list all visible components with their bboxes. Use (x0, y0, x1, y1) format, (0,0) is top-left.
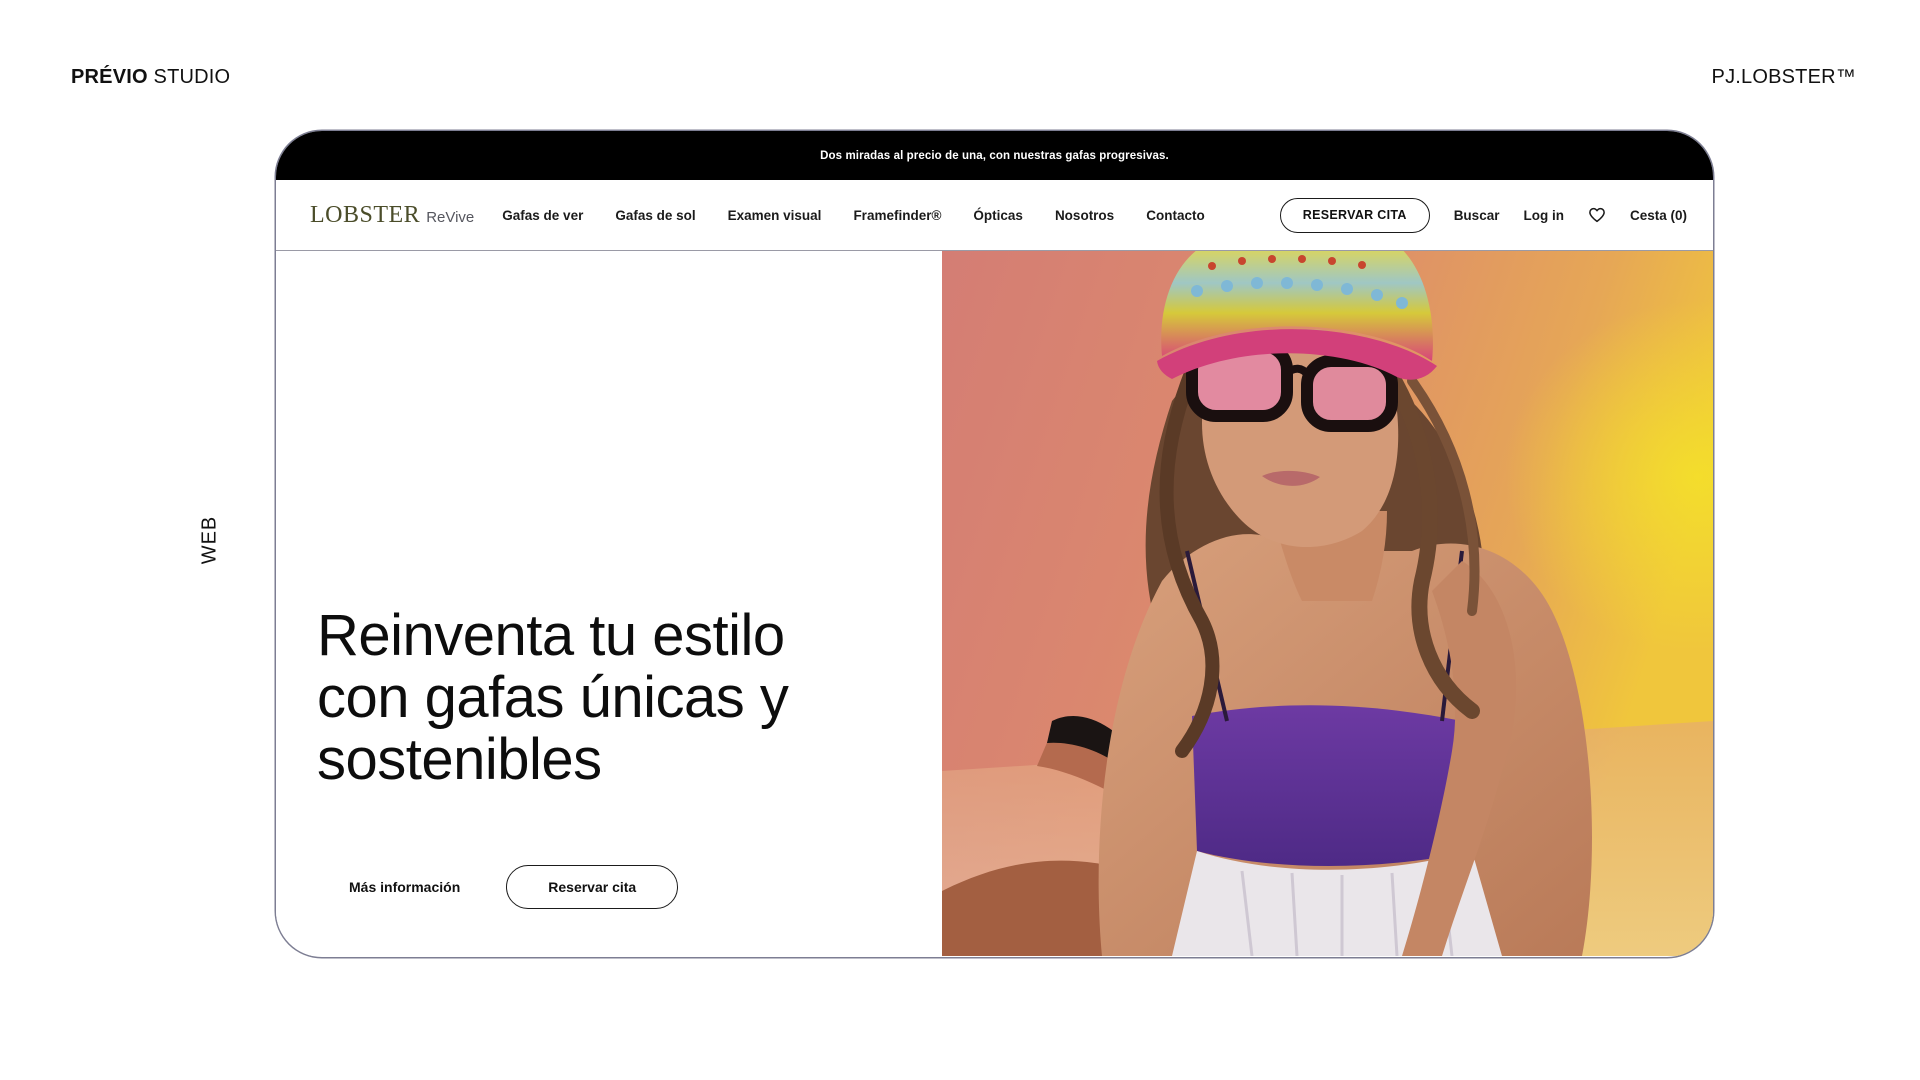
nav-item-contacto[interactable]: Contacto (1146, 208, 1205, 223)
client-label: PJ.LOBSTER™ (1711, 66, 1856, 88)
website-mockup: Dos miradas al precio de una, con nuestr… (276, 131, 1713, 957)
heart-icon[interactable] (1588, 206, 1606, 224)
nav-item-examen-visual[interactable]: Examen visual (728, 208, 822, 223)
main-navigation: LOBSTER ReVive Gafas de ver Gafas de sol… (276, 180, 1713, 251)
announcement-bar: Dos miradas al precio de una, con nuestr… (276, 131, 1713, 180)
nav-actions: RESERVAR CITA Buscar Log in Cesta (0) (1279, 197, 1687, 233)
nav-item-gafas-de-ver[interactable]: Gafas de ver (502, 208, 583, 223)
hero-title-line-1: Reinventa tu estilo (317, 603, 785, 668)
logo-subbrand: ReVive (426, 208, 475, 226)
nav-item-framefinder[interactable]: Framefinder® (853, 208, 941, 223)
presentation-slide: PRÉVIO STUDIO PJ.LOBSTER™ WEB Dos mirada… (0, 0, 1920, 1080)
hero-title-line-3: sostenibles (317, 727, 602, 792)
site-logo[interactable]: LOBSTER ReVive (310, 202, 474, 229)
nav-item-nosotros[interactable]: Nosotros (1055, 208, 1114, 223)
studio-label: PRÉVIO STUDIO (71, 66, 230, 89)
logo-wordmark: LOBSTER (310, 201, 421, 228)
search-link[interactable]: Buscar (1454, 208, 1500, 223)
mas-informacion-link[interactable]: Más información (317, 879, 492, 895)
hero-image (942, 251, 1713, 956)
section-label: WEB (198, 515, 221, 565)
model-photo (942, 251, 1713, 956)
hero-title: Reinventa tu estilo con gafas únicas y s… (317, 605, 877, 791)
studio-name-bold: PRÉVIO (71, 66, 148, 88)
reservar-cita-hero-button[interactable]: Reservar cita (506, 865, 679, 909)
hero-title-line-2: con gafas únicas y (317, 665, 789, 730)
hero-section: Reinventa tu estilo con gafas únicas y s… (276, 251, 1713, 956)
announcement-text: Dos miradas al precio de una, con nuestr… (820, 149, 1169, 162)
nav-item-gafas-de-sol[interactable]: Gafas de sol (615, 208, 695, 223)
hero-text-panel: Reinventa tu estilo con gafas únicas y s… (276, 251, 942, 956)
studio-name-rest: STUDIO (147, 66, 231, 88)
hero-actions: Más información Reservar cita (317, 865, 679, 909)
login-link[interactable]: Log in (1523, 208, 1564, 223)
cart-link[interactable]: Cesta (0) (1630, 208, 1687, 223)
nav-item-opticas[interactable]: Ópticas (973, 208, 1023, 223)
nav-menu: Gafas de ver Gafas de sol Examen visual … (502, 208, 1204, 223)
reservar-cita-button[interactable]: RESERVAR CITA (1279, 197, 1430, 233)
